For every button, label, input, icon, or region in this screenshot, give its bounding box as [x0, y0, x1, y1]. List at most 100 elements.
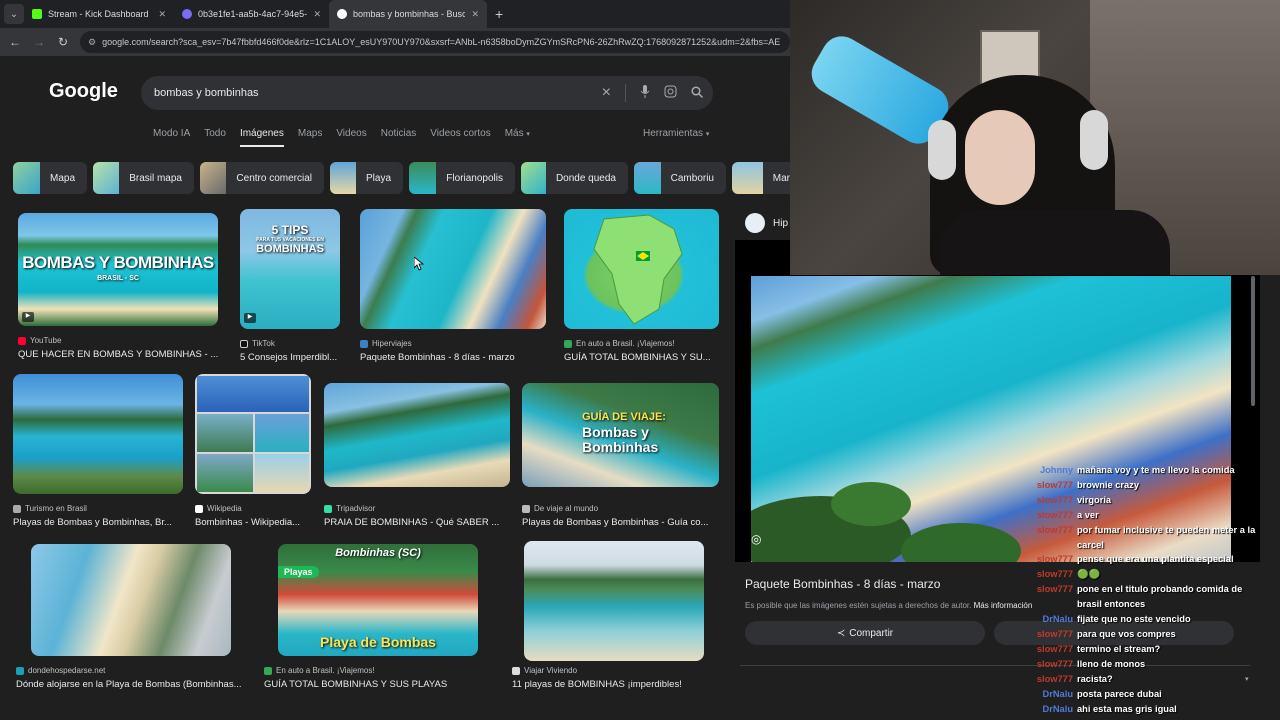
- tab-modo-ia[interactable]: Modo IA: [153, 128, 190, 147]
- chat-text: fijate que no este vencido: [1077, 614, 1191, 625]
- image-result[interactable]: GUÍA DE VIAJE: Bombas y Bombinhas De via…: [522, 383, 719, 528]
- chat-text: carcel: [1077, 539, 1104, 550]
- google-logo[interactable]: Google: [49, 80, 118, 103]
- chat-message: carcel: [1030, 538, 1280, 553]
- result-caption: PRAIA DE BOMBINHAS - Qué SABER ...: [324, 517, 500, 528]
- image-result[interactable]: Bombinhas (SC) Playas Playa de Bombas En…: [264, 544, 494, 694]
- search-query: bombas y bombinhas: [154, 87, 259, 99]
- search-input[interactable]: bombas y bombinhas ×: [141, 76, 713, 110]
- chat-username[interactable]: slow777: [1030, 627, 1073, 642]
- result-source: En auto a Brasil. ¡Viajemos!: [564, 339, 675, 348]
- image-result[interactable]: BOMBAS Y BOMBINHAS BRASIL - SC ▶ YouTube…: [18, 213, 218, 363]
- video-badge-icon: ▶: [22, 312, 34, 322]
- tools-button[interactable]: Herramientas ▾: [643, 128, 709, 139]
- image-result[interactable]: dondehospedarse.net Dónde alojarse en la…: [16, 544, 246, 694]
- result-image: GUÍA DE VIAJE: Bombas y Bombinhas: [522, 383, 719, 487]
- image-result[interactable]: Tripadvisor PRAIA DE BOMBINHAS - Qué SAB…: [324, 383, 510, 528]
- result-image: [324, 383, 510, 487]
- chat-username[interactable]: slow777: [1030, 552, 1073, 567]
- chip-label: Donde queda: [555, 172, 616, 184]
- new-tab-button[interactable]: +: [487, 6, 511, 22]
- tab-close-icon[interactable]: ✕: [313, 9, 321, 20]
- source-name: Tripadvisor: [336, 504, 376, 513]
- tab-maps[interactable]: Maps: [298, 128, 322, 147]
- chip-donde-queda[interactable]: Donde queda: [521, 162, 628, 194]
- tab-search-menu-button[interactable]: ⌄: [4, 4, 24, 24]
- share-button[interactable]: ≺ Compartir: [745, 621, 985, 645]
- tab-close-icon[interactable]: ✕: [471, 9, 479, 20]
- chat-username[interactable]: slow777: [1030, 582, 1073, 597]
- tab-noticias[interactable]: Noticias: [381, 128, 417, 147]
- browser-tab-chat[interactable]: 0b3e1fe1-aa5b-4ac7-94e5-730 ✕: [174, 0, 329, 28]
- chip-centro-comercial[interactable]: Centro comercial: [200, 162, 324, 194]
- source-name: En auto a Brasil. ¡Viajemos!: [276, 666, 375, 675]
- chat-text: 🟢🟢: [1077, 569, 1101, 580]
- preview-title[interactable]: Paquete Bombinhas - 8 días - marzo: [745, 577, 940, 591]
- tab-videos[interactable]: Videos: [336, 128, 366, 147]
- chip-label: Playa: [365, 172, 391, 184]
- reload-icon[interactable]: ↻: [56, 35, 70, 49]
- clear-icon[interactable]: ×: [602, 84, 611, 102]
- tab-videos-cortos[interactable]: Videos cortos: [430, 128, 490, 147]
- chip-brasil-mapa[interactable]: Brasil mapa: [93, 162, 194, 194]
- image-result[interactable]: Wikipedia Bombinhas - Wikipedia...: [195, 374, 311, 528]
- overlay-title: 5 TIPS: [271, 223, 309, 237]
- chip-thumbnail: [732, 162, 763, 194]
- chat-username[interactable]: slow777: [1030, 657, 1073, 672]
- lens-icon[interactable]: ◎: [751, 532, 767, 548]
- back-icon[interactable]: ←: [8, 35, 22, 49]
- image-result[interactable]: En auto a Brasil. ¡Viajemos! GUÍA TOTAL …: [564, 209, 719, 363]
- site-icon: [512, 666, 520, 675]
- result-image: [13, 374, 183, 494]
- forward-icon[interactable]: →: [32, 35, 46, 49]
- result-caption: Bombinhas - Wikipedia...: [195, 517, 301, 528]
- chip-thumbnail: [93, 162, 120, 194]
- chip-mar[interactable]: Mar: [732, 162, 790, 194]
- image-result[interactable]: Viajar Viviendo 11 playas de BOMBINHAS ¡…: [512, 541, 712, 694]
- chat-username[interactable]: DrNalu: [1030, 702, 1073, 717]
- mic-icon[interactable]: [640, 85, 650, 101]
- chat-username[interactable]: DrNalu: [1030, 687, 1073, 702]
- browser-tab-kick[interactable]: Stream - Kick Dashboard ✕: [24, 0, 174, 28]
- chip-label: Brasil mapa: [129, 172, 182, 184]
- chat-username[interactable]: slow777: [1030, 493, 1073, 508]
- result-source: Wikipedia: [195, 504, 242, 513]
- chip-camboriu[interactable]: Camboriu: [634, 162, 726, 194]
- chip-thumbnail: [330, 162, 356, 194]
- chip-thumbnail: [409, 162, 437, 194]
- webcam-overlay: [790, 0, 1280, 275]
- tab-todo[interactable]: Todo: [204, 128, 226, 147]
- overlay-title: BOMBINHAS: [256, 243, 324, 255]
- preview-source[interactable]: Hip: [745, 213, 788, 233]
- tab-close-icon[interactable]: ✕: [158, 9, 166, 20]
- image-result[interactable]: Hiperviajes Paquete Bombinhas - 8 días -…: [360, 209, 546, 363]
- browser-tab-google[interactable]: bombas y bombinhas - Buscar ✕: [329, 0, 487, 28]
- image-result[interactable]: Turismo en Brasil Playas de Bombas y Bom…: [13, 374, 183, 528]
- chat-username[interactable]: DrNalu: [1030, 612, 1073, 627]
- site-info-icon[interactable]: ⚙: [88, 37, 96, 48]
- chat-username[interactable]: slow777: [1030, 567, 1073, 582]
- chat-username[interactable]: slow777: [1030, 508, 1073, 523]
- url-field[interactable]: ⚙ google.com/search?sca_esv=7b47fbbfd466…: [80, 31, 790, 53]
- result-caption: Playas de Bombas y Bombinhas, Br...: [13, 517, 172, 528]
- chat-username[interactable]: slow777: [1030, 672, 1073, 687]
- chat-text: virgoria: [1077, 494, 1112, 505]
- chat-text: para que vos compres: [1077, 628, 1176, 639]
- preview-scrollbar[interactable]: [1251, 276, 1255, 406]
- chat-username[interactable]: Johnny: [1030, 463, 1073, 478]
- chip-florianopolis[interactable]: Florianopolis: [409, 162, 515, 194]
- tab-imagenes[interactable]: Imágenes: [239, 128, 284, 147]
- map-shape: [593, 214, 683, 325]
- chat-username[interactable]: slow777: [1030, 478, 1073, 493]
- chip-playa[interactable]: Playa: [330, 162, 403, 194]
- source-name: YouTube: [30, 336, 62, 345]
- lens-icon[interactable]: [664, 85, 677, 101]
- chat-username[interactable]: slow777: [1030, 642, 1073, 657]
- search-icon[interactable]: [691, 85, 704, 101]
- tab-mas[interactable]: Más ▾: [505, 128, 530, 147]
- chip-mapa[interactable]: Mapa: [13, 162, 87, 194]
- image-result[interactable]: 5 TIPS PARA TUS VACACIONES EN BOMBINHAS …: [240, 209, 340, 363]
- more-info-link[interactable]: Más información: [974, 601, 1033, 610]
- chat-message: DrNalu ahi esta mas gris igual: [1030, 702, 1280, 717]
- chat-username[interactable]: slow777: [1030, 523, 1073, 538]
